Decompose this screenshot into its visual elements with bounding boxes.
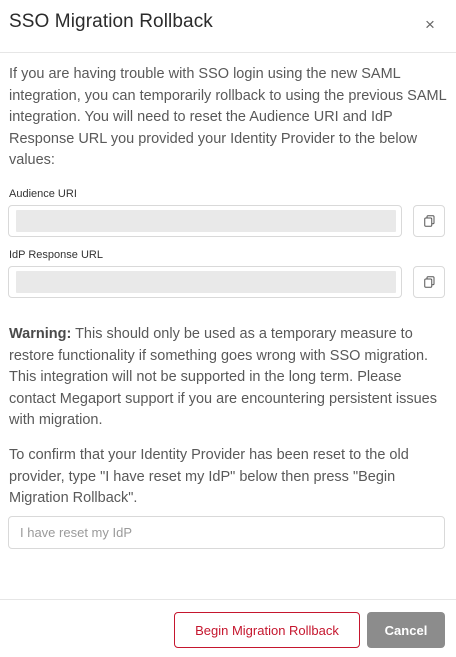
- warning-text: Warning: This should only be used as a t…: [9, 324, 449, 432]
- intro-text: If you are having trouble with SSO login…: [9, 66, 447, 168]
- warning-body: This should only be used as a temporary …: [9, 326, 437, 428]
- dialog-footer: Begin Migration Rollback Cancel: [0, 599, 456, 657]
- close-icon[interactable]: ×: [425, 15, 435, 35]
- audience-uri-masked-value: [16, 210, 396, 232]
- idp-response-url-masked-value: [16, 271, 396, 293]
- confirm-instructions: To confirm that your Identity Provider h…: [9, 447, 409, 506]
- warning-label: Warning:: [9, 326, 72, 342]
- copy-icon[interactable]: [423, 276, 435, 288]
- audience-uri-label: Audience URI: [9, 188, 77, 200]
- audience-uri-field[interactable]: [8, 205, 402, 237]
- idp-response-url-field[interactable]: [8, 266, 402, 298]
- dialog-header: SSO Migration Rollback ×: [0, 0, 456, 53]
- copy-icon[interactable]: [423, 215, 435, 227]
- close-button[interactable]: ×: [421, 15, 439, 35]
- begin-migration-rollback-button[interactable]: Begin Migration Rollback: [174, 612, 360, 648]
- copy-audience-uri-button[interactable]: [413, 205, 445, 237]
- idp-response-url-label: IdP Response URL: [9, 249, 103, 261]
- cancel-button[interactable]: Cancel: [367, 612, 445, 648]
- dialog-title: SSO Migration Rollback: [9, 11, 213, 32]
- sso-migration-rollback-dialog: SSO Migration Rollback × If you are havi…: [0, 0, 456, 657]
- confirm-input[interactable]: [8, 516, 445, 549]
- copy-idp-response-url-button[interactable]: [413, 266, 445, 298]
